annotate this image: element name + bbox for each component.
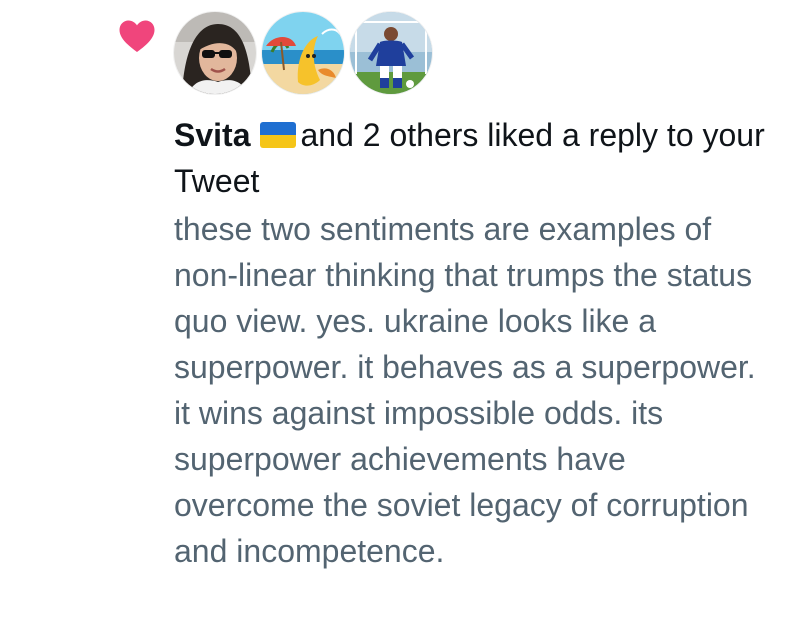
like-notification[interactable]: Svita and 2 others liked a reply to your … <box>0 0 800 636</box>
heart-icon <box>119 20 155 52</box>
ukraine-flag-emoji <box>260 122 297 148</box>
avatar-user-football-player[interactable] <box>350 12 432 94</box>
notification-headline: Svita and 2 others liked a reply to your … <box>174 112 784 204</box>
reply-preview-text: these two sentiments are examples of non… <box>174 211 756 569</box>
avatar-user-beach-banana[interactable] <box>262 12 344 94</box>
avatar-user-sunglasses[interactable] <box>174 12 256 94</box>
liker-user-name[interactable]: Svita <box>174 117 250 153</box>
